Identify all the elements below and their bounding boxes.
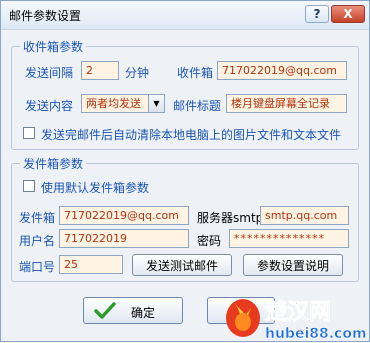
checkmark-icon bbox=[94, 302, 116, 319]
use-default-label[interactable]: 使用默认发件箱参数 bbox=[41, 179, 149, 196]
watermark-name: 楚汉网 bbox=[265, 300, 331, 325]
mail-settings-dialog: 邮件参数设置 ? X 收件箱参数 发送间隔 2 分钟 收件箱 717022019… bbox=[0, 0, 370, 342]
inbox-input[interactable]: 717022019@qq.com bbox=[217, 61, 347, 80]
port-input[interactable]: 25 bbox=[59, 255, 123, 274]
content-label: 发送内容 bbox=[25, 99, 74, 113]
clear-after-send-checkbox[interactable] bbox=[23, 127, 35, 139]
subject-label: 邮件标题 bbox=[173, 99, 222, 113]
use-default-checkbox[interactable] bbox=[23, 180, 35, 192]
send-test-button[interactable]: 发送测试邮件 bbox=[132, 254, 232, 276]
sender-input[interactable]: 717022019@qq.com bbox=[59, 206, 189, 225]
smtp-label: 服务器smtp bbox=[197, 211, 264, 225]
settings-help-button[interactable]: 参数设置说明 bbox=[243, 254, 343, 276]
username-label: 用户名 bbox=[19, 234, 56, 248]
ok-button[interactable]: 确定 bbox=[83, 297, 183, 324]
watermark-logo: 楚汉网 hubei88.com bbox=[226, 299, 367, 342]
sender-label: 发件箱 bbox=[19, 211, 56, 225]
watermark-site: hubei88.com bbox=[265, 326, 367, 342]
password-label: 密码 bbox=[197, 234, 222, 248]
outbox-group-title: 发件箱参数 bbox=[20, 155, 87, 172]
username-input[interactable]: 717022019 bbox=[59, 229, 189, 248]
ok-button-label: 确定 bbox=[131, 306, 156, 320]
password-input[interactable]: ************** bbox=[229, 229, 349, 248]
port-label: 端口号 bbox=[19, 260, 56, 274]
smtp-input[interactable]: smtp.qq.com bbox=[260, 206, 349, 225]
title-bar: 邮件参数设置 ? X bbox=[1, 1, 369, 30]
interval-label: 发送间隔 bbox=[25, 66, 74, 80]
content-select-value: 两者均发送 bbox=[86, 97, 141, 110]
subject-input[interactable]: 楼月键盘屏幕全记录 bbox=[226, 94, 347, 113]
window-title: 邮件参数设置 bbox=[9, 9, 82, 23]
close-button[interactable]: X bbox=[331, 5, 365, 23]
interval-input[interactable]: 2 bbox=[81, 61, 119, 80]
content-select[interactable]: 两者均发送 ▼ bbox=[81, 94, 165, 113]
chevron-down-icon[interactable]: ▼ bbox=[148, 95, 164, 112]
inbox-label: 收件箱 bbox=[177, 66, 214, 80]
interval-unit-label: 分钟 bbox=[125, 66, 150, 80]
help-button[interactable]: ? bbox=[305, 5, 329, 23]
clear-after-send-label[interactable]: 发送完邮件后自动清除本地电脑上的图片文件和文本文件 bbox=[41, 126, 341, 143]
inbox-group-title: 收件箱参数 bbox=[20, 38, 87, 55]
